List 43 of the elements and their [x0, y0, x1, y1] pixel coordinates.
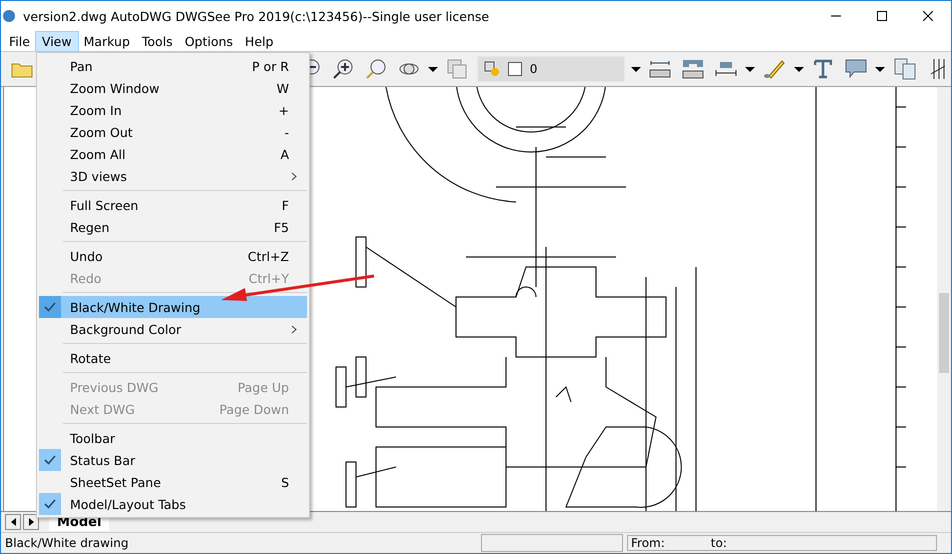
menu-item[interactable]: 3D views: [39, 165, 307, 187]
triangle-right-icon: [28, 518, 34, 526]
layer-dropdown[interactable]: 0: [476, 56, 625, 82]
chevron-right-icon: [291, 172, 297, 180]
menu-item[interactable]: Zoom In +: [39, 99, 307, 121]
app-icon: [1, 8, 17, 24]
menu-bar-item[interactable]: Markup: [78, 32, 136, 50]
menu-item[interactable]: Full Screen F: [39, 194, 307, 216]
caret-icon[interactable]: [630, 66, 641, 72]
window-title: version2.dwg AutoDWG DWGSee Pro 2019(c:\123456)--Single user license: [23, 8, 490, 24]
caret-icon[interactable]: [745, 66, 756, 72]
maximize-icon: [877, 11, 887, 21]
menu-bar-item[interactable]: Help: [238, 32, 280, 50]
menu-item[interactable]: Zoom Out -: [39, 121, 307, 143]
menu-item[interactable]: Toolbar: [39, 427, 307, 449]
triangle-left-icon: [10, 518, 16, 526]
menu-item[interactable]: Background Color: [39, 318, 307, 340]
menu-item[interactable]: Black/White Drawing: [39, 296, 307, 318]
menu-item[interactable]: Status Bar: [39, 449, 307, 471]
previous-tab-button[interactable]: [5, 514, 21, 530]
menu-item[interactable]: Zoom All A: [39, 143, 307, 165]
caret-icon[interactable]: [428, 66, 438, 72]
chevron-right-icon: [291, 324, 297, 334]
close-icon: [923, 11, 933, 21]
status-message: Black/White drawing: [4, 536, 130, 550]
caret-icon[interactable]: [794, 66, 804, 72]
menu-bar-item[interactable]: Tools: [136, 32, 179, 50]
menu-bar-item[interactable]: View: [36, 32, 78, 50]
menu-item[interactable]: Regen F5: [39, 216, 307, 238]
caret-icon[interactable]: [875, 66, 886, 72]
menu-item[interactable]: Model/Layout Tabs: [39, 493, 307, 515]
menu-item[interactable]: Undo Ctrl+Z: [39, 245, 307, 267]
menu-bar-item[interactable]: Options: [178, 32, 239, 50]
menu-item[interactable]: Pan P or R: [39, 55, 307, 77]
from-label: From:: [631, 536, 665, 550]
menu-bar-item[interactable]: File: [3, 32, 36, 50]
menu-item[interactable]: Zoom Window W: [39, 77, 307, 99]
to-label: to:: [710, 536, 727, 550]
next-tab-button[interactable]: [23, 514, 39, 530]
color-swatch-icon: [508, 62, 522, 76]
layer-icon: [484, 61, 500, 77]
menu-item[interactable]: SheetSet Pane S: [39, 471, 307, 493]
menu-item[interactable]: Rotate: [39, 347, 307, 369]
